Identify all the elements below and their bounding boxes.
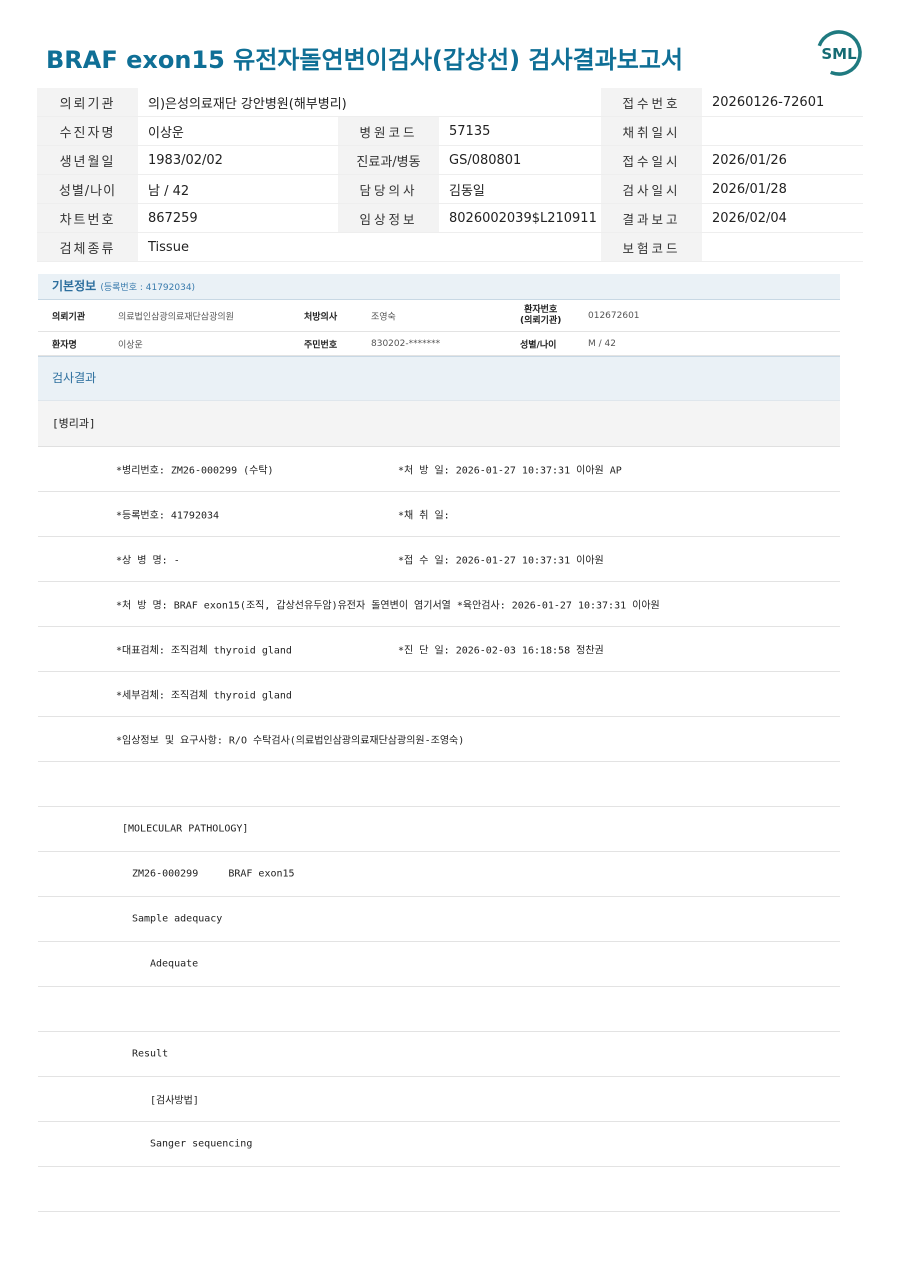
- value-insurance-code: [702, 232, 864, 262]
- value-department: GS/080801: [439, 145, 602, 175]
- mol-line-empty: [38, 1167, 840, 1212]
- value-prescriber: 조영숙: [371, 312, 396, 322]
- header-row-referral: 의뢰기관 의)은성의료재단 강안병원(해부병리) 접수번호 20260126-7…: [37, 88, 864, 117]
- value-resident-no: 830202-*******: [371, 338, 441, 349]
- value-sex-age-basic: M / 42: [588, 338, 616, 349]
- basic-info-row-1: 의뢰기관 의료법인삼광의료재단삼광의원 처방의사 조영숙 환자번호 (의뢰기관)…: [38, 300, 840, 332]
- value-sex-age: 남 / 42: [138, 174, 338, 204]
- value-birth-date: 1983/02/02: [138, 145, 338, 175]
- result-line: *임상정보 및 요구사항: R/O 수탁검사(의료법인삼광의료재단삼광의원-조영…: [38, 717, 840, 762]
- patient-header-table: 의뢰기관 의)은성의료재단 강안병원(해부병리) 접수번호 20260126-7…: [37, 88, 864, 262]
- result-line-left: *병리번호: ZM26-000299 (수탁): [116, 465, 274, 477]
- result-line: *병리번호: ZM26-000299 (수탁) *처 방 일: 2026-01-…: [38, 447, 840, 492]
- label-patient-name: 수진자명: [37, 116, 138, 146]
- value-referral-org-basic: 의료법인삼광의료재단삼광의원: [118, 312, 234, 322]
- result-line: *상 병 명: - *접 수 일: 2026-01-27 10:37:31 이아…: [38, 537, 840, 582]
- result-line: *세부검체: 조직검체 thyroid gland: [38, 672, 840, 717]
- label-resident-no: 주민번호: [304, 340, 338, 350]
- mol-line: [MOLECULAR PATHOLOGY]: [38, 807, 840, 852]
- result-line: *처 방 명: BRAF exon15(조직, 갑상선유두암)유전자 돌연변이 …: [38, 582, 840, 627]
- result-line-right: *진 단 일: 2026-02-03 16:18:58 정찬권: [398, 645, 604, 657]
- result-line-left: *대표검체: 조직검체 thyroid gland: [116, 645, 292, 657]
- header-row-birth: 생년월일 1983/02/02 진료과/병동 GS/080801 접수일시 20…: [37, 145, 864, 175]
- result-line-right: *처 방 일: 2026-01-27 10:37:31 이아원 AP: [398, 465, 622, 477]
- result-line: *등록번호: 41792034 *채 취 일:: [38, 492, 840, 537]
- label-sex-age-basic: 성별/나이: [520, 340, 557, 350]
- label-test-date: 검사일시: [601, 174, 703, 204]
- mol-line-text: ZM26-000299 BRAF exon15: [132, 868, 295, 880]
- label-physician: 담당의사: [338, 174, 439, 204]
- header-row-chart: 차트번호 867259 임상정보 8026002039$L210911 결과보고…: [37, 203, 864, 233]
- value-hospital-code: 57135: [439, 116, 602, 146]
- mol-line-empty: [38, 987, 840, 1032]
- label-chart-no: 차트번호: [37, 203, 138, 233]
- result-line-right: *채 취 일:: [398, 510, 450, 522]
- header-row-specimen: 검체종류 Tissue 보험코드: [37, 232, 864, 262]
- department-label: [병리과]: [38, 401, 840, 447]
- value-referral-org: 의)은성의료재단 강안병원(해부병리): [138, 88, 602, 117]
- basic-info-header: 기본정보 (등록번호 : 41792034): [38, 274, 840, 300]
- mol-line-text: [검사방법]: [150, 1095, 199, 1107]
- header-row-sex: 성별/나이 남 / 42 담당의사 김동일 검사일시 2026/01/28: [37, 174, 864, 204]
- label-patient-no: 환자번호 (의뢰기관): [520, 304, 562, 326]
- label-collection-date: 채취일시: [601, 116, 703, 146]
- result-line-left: *임상정보 및 요구사항: R/O 수탁검사(의료법인삼광의료재단삼광의원-조영…: [116, 735, 465, 747]
- result-line: *대표검체: 조직검체 thyroid gland *진 단 일: 2026-0…: [38, 627, 840, 672]
- value-report-date: 2026/02/04: [702, 203, 864, 233]
- mol-line: Sample adequacy: [38, 897, 840, 942]
- label-accession-no: 접수번호: [601, 88, 703, 117]
- label-receipt-date: 접수일시: [601, 145, 703, 175]
- result-line-left: *상 병 명: -: [116, 555, 180, 567]
- label-birth-date: 생년월일: [37, 145, 138, 175]
- mol-line: [검사방법]: [38, 1077, 840, 1122]
- basic-info-title: 기본정보: [52, 279, 97, 293]
- mol-line-text: [MOLECULAR PATHOLOGY]: [122, 823, 249, 835]
- report-title: BRAF exon15 유전자돌연변이검사(갑상선) 검사결과보고서: [46, 46, 683, 74]
- label-referral-org: 의뢰기관: [37, 88, 138, 117]
- value-accession-no: 20260126-72601: [702, 88, 864, 117]
- label-prescriber: 처방의사: [304, 312, 338, 322]
- label-sex-age: 성별/나이: [37, 174, 138, 204]
- label-department: 진료과/병동: [338, 145, 439, 175]
- mol-line: ZM26-000299 BRAF exon15: [38, 852, 840, 897]
- svg-text:SML: SML: [821, 45, 857, 63]
- mol-line-text: Sanger sequencing: [150, 1138, 253, 1150]
- value-collection-date: [702, 116, 864, 146]
- results-header: 검사결과: [38, 356, 840, 401]
- value-chart-no: 867259: [138, 203, 338, 233]
- label-patient-name-basic: 환자명: [52, 340, 77, 350]
- label-clinical-info: 임상정보: [338, 203, 439, 233]
- result-line-empty: [38, 762, 840, 807]
- value-clinical-info: 8026002039$L210911: [439, 203, 602, 233]
- result-line-left: *등록번호: 41792034: [116, 510, 220, 522]
- mol-line: Result: [38, 1032, 840, 1077]
- mol-line: Adequate: [38, 942, 840, 987]
- label-hospital-code: 병원코드: [338, 116, 439, 146]
- result-line-right: *접 수 일: 2026-01-27 10:37:31 이아원: [398, 555, 604, 567]
- value-physician: 김동일: [439, 174, 602, 204]
- registration-number: (등록번호 : 41792034): [100, 283, 196, 293]
- value-patient-name: 이상운: [138, 116, 338, 146]
- result-line-left: *처 방 명: BRAF exon15(조직, 갑상선유두암)유전자 돌연변이 …: [116, 600, 660, 612]
- basic-info-row-2: 환자명 이상운 주민번호 830202-******* 성별/나이 M / 42: [38, 332, 840, 356]
- value-test-date: 2026/01/28: [702, 174, 864, 204]
- label-specimen-type: 검체종류: [37, 232, 138, 262]
- value-specimen-type: Tissue: [138, 232, 338, 262]
- mol-line-text: Sample adequacy: [132, 913, 223, 925]
- mol-line-text: Adequate: [150, 958, 199, 970]
- label-report-date: 결과보고: [601, 203, 703, 233]
- mol-line: Sanger sequencing: [38, 1122, 840, 1167]
- label-referral-org-basic: 의뢰기관: [52, 312, 86, 322]
- basic-info-section: 기본정보 (등록번호 : 41792034) 의뢰기관 의료법인삼광의료재단삼광…: [38, 274, 840, 1212]
- label-insurance-code: 보험코드: [601, 232, 703, 262]
- value-patient-no: 012672601: [588, 310, 640, 321]
- sml-logo: SML: [816, 30, 862, 76]
- value-patient-name-basic: 이상운: [118, 340, 143, 350]
- value-receipt-date: 2026/01/26: [702, 145, 864, 175]
- mol-line-text: Result: [132, 1048, 169, 1060]
- header-row-patient: 수진자명 이상운 병원코드 57135 채취일시: [37, 116, 864, 146]
- result-line-left: *세부검체: 조직검체 thyroid gland: [116, 690, 292, 702]
